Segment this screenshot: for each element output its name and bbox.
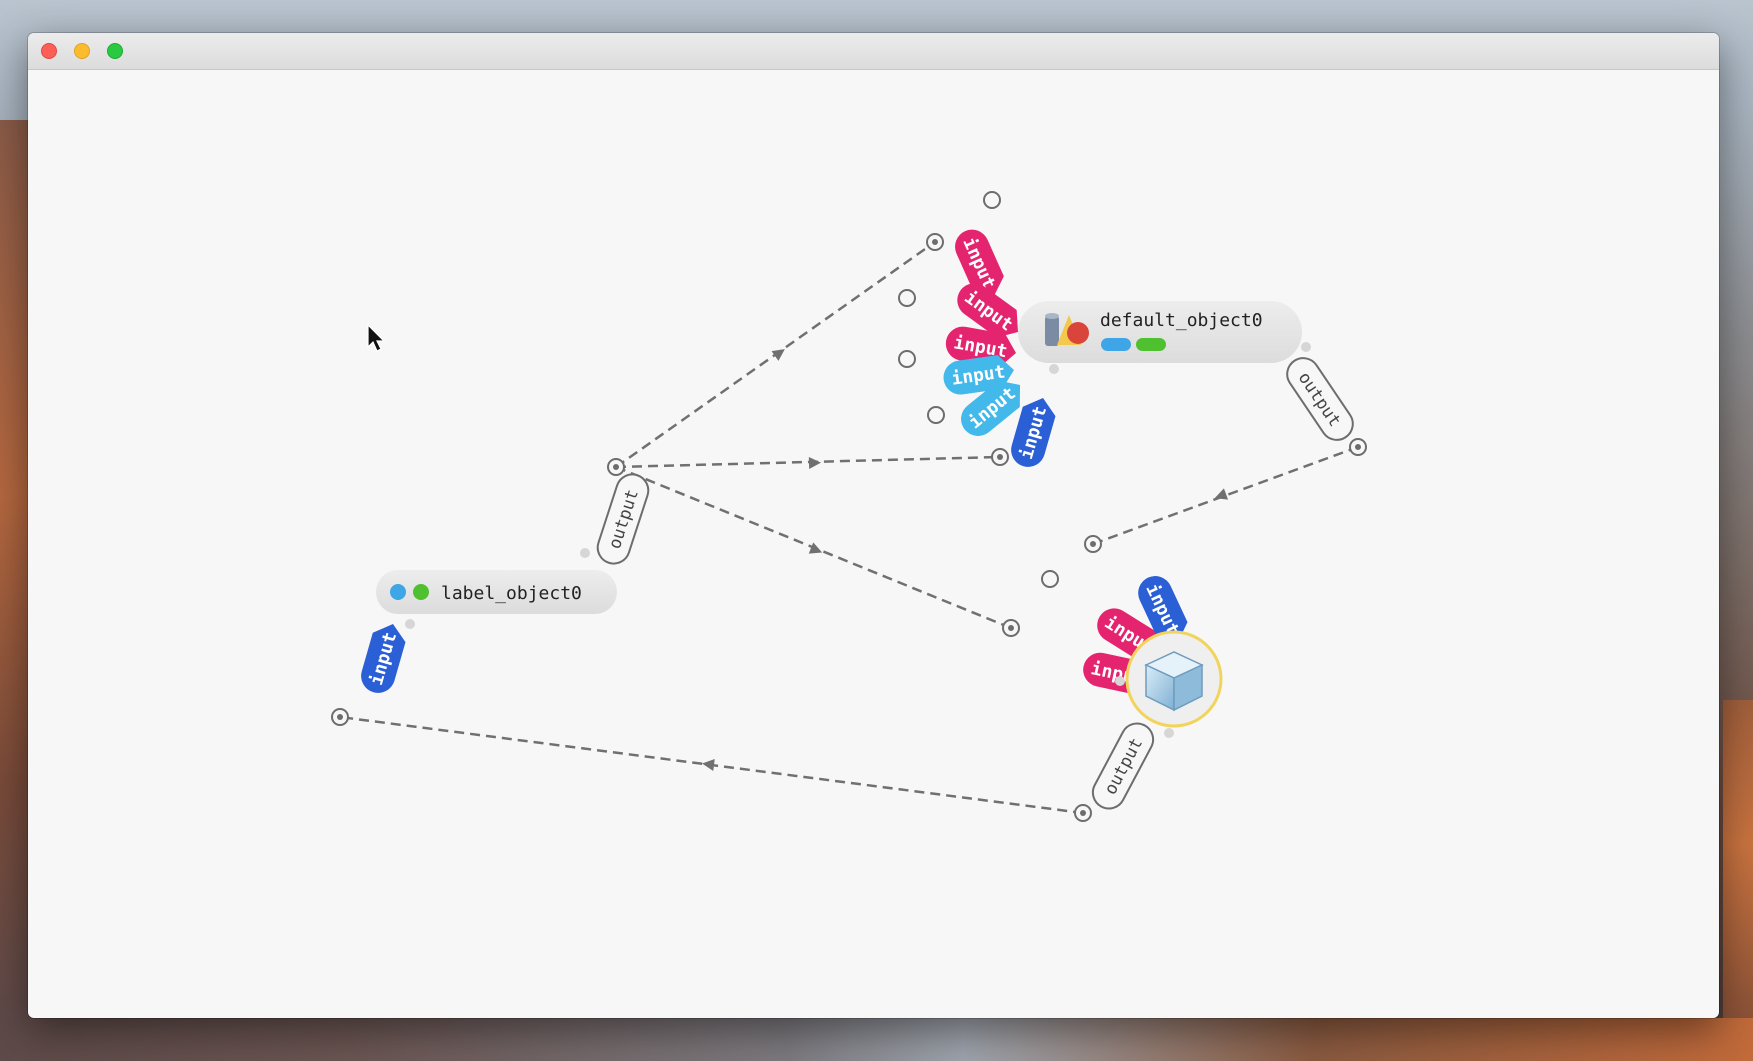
default-object-node[interactable]: input input input input input input defa… — [898, 191, 1367, 471]
inlet-port[interactable] — [983, 191, 1001, 209]
cube-object-node[interactable]: input input input output — [1002, 535, 1223, 822]
mouse-cursor-icon — [367, 323, 386, 352]
zoom-window-button[interactable] — [107, 43, 123, 59]
anchor-dot — [405, 619, 415, 629]
label-object-outlet[interactable]: output — [594, 470, 653, 567]
link-label-to-default-top[interactable] — [615, 240, 936, 469]
link-cube-to-label[interactable] — [339, 715, 1084, 815]
link-default-to-cube[interactable] — [1092, 445, 1359, 546]
desktop-wallpaper-bottom — [0, 1018, 1753, 1061]
cube-object-outlet[interactable]: output — [1087, 718, 1158, 814]
anchor-dot — [580, 548, 590, 558]
label-object-node[interactable]: label_object0 output input — [331, 458, 653, 726]
app-window: input input input input input input defa… — [28, 33, 1719, 1018]
label-object-label: label_object0 — [441, 583, 582, 604]
anchor-dot — [1301, 342, 1311, 352]
minimize-window-button[interactable] — [74, 43, 90, 59]
status-dot-blue — [390, 584, 406, 600]
status-dot-green — [413, 584, 429, 600]
status-pill-green — [1136, 338, 1166, 351]
desktop-wallpaper-left — [0, 120, 30, 1061]
link-label-to-default-bottom[interactable] — [615, 455, 1001, 469]
anchor-dot — [1115, 676, 1125, 686]
default-object-outlet[interactable]: output — [1281, 352, 1359, 446]
patch-canvas[interactable]: input input input input input input defa… — [28, 69, 1719, 1018]
anchor-dot — [1164, 728, 1174, 738]
inlet-port[interactable] — [898, 289, 916, 307]
close-window-button[interactable] — [41, 43, 57, 59]
status-pill-blue — [1101, 338, 1131, 351]
default-object-label: default_object0 — [1100, 310, 1263, 331]
window-titlebar[interactable] — [28, 33, 1719, 70]
anchor-dot — [1049, 364, 1059, 374]
inlet-port[interactable] — [1041, 570, 1059, 588]
link-label-to-cube[interactable] — [615, 465, 1012, 630]
inlet-port[interactable] — [898, 350, 916, 368]
inlet-port[interactable] — [927, 406, 945, 424]
label-object-inlet[interactable]: input — [357, 619, 409, 697]
desktop-wallpaper-right — [1723, 700, 1753, 1061]
